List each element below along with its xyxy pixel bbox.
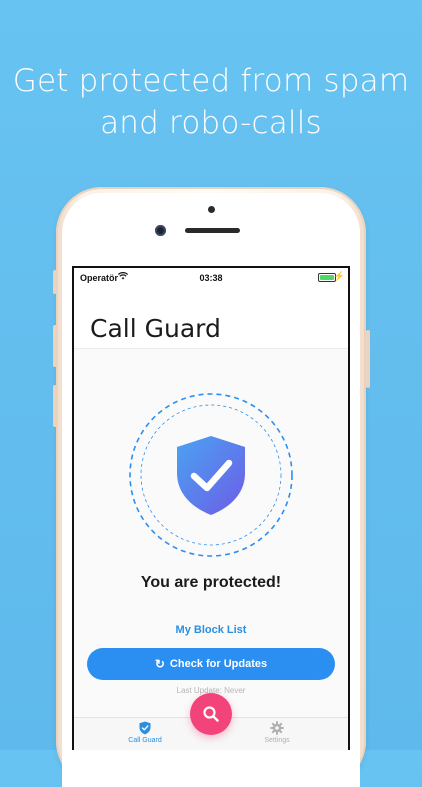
- protection-graphic: [129, 393, 293, 557]
- status-time: 03:38: [199, 273, 223, 283]
- app-screen: Operatör 03:38 ⚡ Call Guard You are prot…: [74, 268, 348, 750]
- status-bar: Operatör 03:38 ⚡: [74, 268, 348, 288]
- search-button[interactable]: [190, 693, 232, 735]
- check-for-updates-button[interactable]: ↻ Check for Updates: [87, 648, 335, 680]
- tab-settings-label: Settings: [264, 737, 290, 744]
- tab-call-guard-label: Call Guard: [128, 737, 162, 744]
- power-button: [366, 330, 370, 388]
- check-for-updates-label: Check for Updates: [169, 658, 268, 670]
- front-camera: [155, 225, 166, 236]
- tab-call-guard[interactable]: Call Guard: [110, 721, 180, 744]
- proximity-sensor: [208, 206, 215, 213]
- headline-line-1: Get protected from spam: [12, 63, 410, 99]
- volume-down-button: [53, 385, 57, 427]
- headline-line-2: and robo-calls: [100, 105, 322, 141]
- page-title: Call Guard: [90, 314, 221, 343]
- protection-status: You are protected!: [140, 574, 282, 591]
- volume-up-button: [53, 325, 57, 367]
- charging-icon: ⚡: [333, 271, 345, 281]
- tab-settings[interactable]: Settings: [242, 721, 312, 744]
- refresh-icon: ↻: [154, 657, 165, 671]
- shield-check-icon: [139, 721, 151, 735]
- my-block-list-link[interactable]: My Block List: [74, 624, 348, 636]
- gear-icon: [270, 721, 284, 735]
- earpiece-speaker: [185, 228, 240, 233]
- search-icon: [203, 706, 219, 722]
- shield-check-icon: [177, 436, 245, 515]
- phone-screen: Operatör 03:38 ⚡ Call Guard You are prot…: [72, 266, 350, 750]
- headline: Get protected from spam and robo-calls: [0, 60, 422, 144]
- mute-switch: [53, 270, 57, 294]
